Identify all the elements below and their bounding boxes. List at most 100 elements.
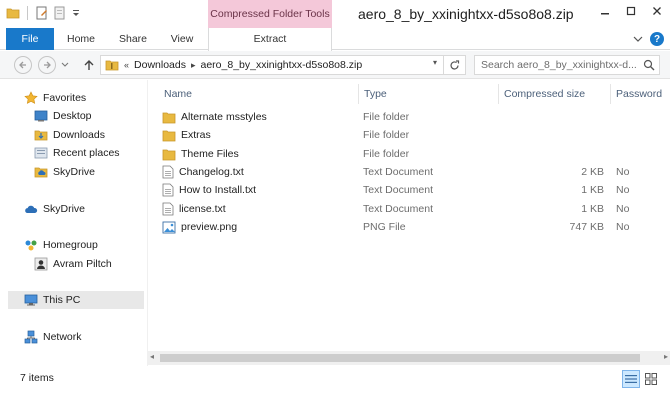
refresh-button[interactable] <box>444 55 466 75</box>
address-bar: « Downloads ▸ aero_8_by_xxinightxx-d5so8… <box>0 51 670 79</box>
table-row[interactable]: preview.png PNG File 747 KB No <box>148 218 670 236</box>
close-icon <box>653 7 661 15</box>
cloud-icon <box>25 205 38 213</box>
sidebar-item-skydrive[interactable]: SkyDrive <box>24 200 85 218</box>
cell-name: Changelog.txt <box>162 163 352 181</box>
properties-icon[interactable] <box>35 6 49 20</box>
file-type: File folder <box>363 111 410 123</box>
file-password <box>616 145 666 163</box>
table-row[interactable]: Alternate msstyles File folder <box>148 108 670 126</box>
expand-ribbon-button[interactable] <box>630 31 646 47</box>
minimize-icon <box>601 13 609 15</box>
arrow-left-icon <box>19 61 26 69</box>
tab-extract[interactable]: Extract <box>208 28 332 51</box>
breadcrumb-overflow[interactable]: « <box>124 60 129 70</box>
up-button[interactable] <box>80 56 98 74</box>
file-password: No <box>616 203 630 215</box>
context-tab-group-label: Compressed Folder Tools <box>208 0 332 30</box>
tab-file[interactable]: File <box>6 28 54 50</box>
cell-name: How to Install.txt <box>162 181 352 199</box>
column-divider[interactable] <box>498 84 499 104</box>
table-row[interactable]: How to Install.txt Text Document 1 KB No <box>148 181 670 199</box>
table-row[interactable]: Extras File folder <box>148 126 670 144</box>
table-row[interactable]: Changelog.txt Text Document 2 KB No <box>148 163 670 181</box>
tab-view[interactable]: View <box>160 28 204 50</box>
sidebar-item-network[interactable]: Network <box>24 328 82 346</box>
file-password <box>616 126 666 144</box>
minimize-button[interactable] <box>592 0 618 22</box>
file-name: Theme Files <box>181 148 239 160</box>
search-box[interactable] <box>474 55 660 75</box>
column-divider[interactable] <box>610 84 611 104</box>
table-row[interactable]: license.txt Text Document 1 KB No <box>148 200 670 218</box>
user-avatar-icon <box>34 257 48 271</box>
scrollbar-thumb[interactable] <box>160 354 640 362</box>
folder-icon <box>6 6 20 20</box>
navigation-pane: Favorites Desktop Downloads Recent place… <box>0 80 148 366</box>
sidebar-item-recent-places[interactable]: Recent places <box>34 144 120 162</box>
column-header-type[interactable]: Type <box>362 83 498 105</box>
breadcrumb[interactable]: « Downloads ▸ aero_8_by_xxinightxx-d5so8… <box>100 55 444 75</box>
folder-icon <box>162 149 176 160</box>
cell-name: preview.png <box>162 218 352 236</box>
column-divider[interactable] <box>358 84 359 104</box>
file-name: license.txt <box>179 203 226 215</box>
file-type: Text Document <box>363 203 434 215</box>
column-header-password[interactable]: Password <box>614 83 670 105</box>
sidebar-item-desktop[interactable]: Desktop <box>34 107 92 125</box>
back-button[interactable] <box>14 56 32 74</box>
sidebar-item-user[interactable]: Avram Piltch <box>34 255 112 273</box>
arrow-right-icon <box>44 61 51 69</box>
file-password: No <box>616 221 630 233</box>
ribbon-tabs: File Home Share View Extract ? <box>0 28 670 51</box>
sidebar-item-label: SkyDrive <box>53 166 96 178</box>
file-type: File folder <box>363 129 410 141</box>
chevron-right-icon[interactable]: ▸ <box>191 60 196 71</box>
text-file-icon <box>162 165 174 179</box>
qat-separator <box>27 6 28 20</box>
breadcrumb-downloads[interactable]: Downloads <box>134 59 186 71</box>
tab-share[interactable]: Share <box>110 28 156 50</box>
horizontal-scrollbar[interactable]: ◂ ▸ <box>148 351 670 365</box>
column-header-name[interactable]: Name <box>162 83 357 105</box>
tab-home[interactable]: Home <box>58 28 104 50</box>
file-size: 1 KB <box>581 203 604 215</box>
search-input[interactable] <box>481 59 641 71</box>
large-icons-view-button[interactable] <box>642 370 660 388</box>
refresh-icon <box>450 59 460 69</box>
sidebar-item-downloads[interactable]: Downloads <box>34 126 105 144</box>
sidebar-item-this-pc[interactable]: This PC <box>24 291 80 309</box>
file-size: 1 KB <box>581 184 604 196</box>
column-header-compressed-size[interactable]: Compressed size <box>502 83 610 105</box>
details-view-button[interactable] <box>622 370 640 388</box>
sidebar-item-label: This PC <box>43 294 81 306</box>
desktop-icon <box>34 110 48 122</box>
maximize-button[interactable] <box>618 0 644 22</box>
file-name: Extras <box>181 129 211 141</box>
folder-icon <box>162 130 176 141</box>
file-name: Changelog.txt <box>179 166 244 178</box>
scroll-left-icon[interactable]: ◂ <box>150 352 154 361</box>
sidebar-item-favorites[interactable]: Favorites <box>24 89 86 107</box>
search-icon[interactable] <box>643 59 655 71</box>
breadcrumb-current[interactable]: aero_8_by_xxinightxx-d5so8o8.zip <box>201 59 363 71</box>
new-folder-icon[interactable] <box>53 6 67 20</box>
file-type: File folder <box>363 148 410 160</box>
sidebar-item-label: Desktop <box>53 110 92 122</box>
sidebar-item-homegroup[interactable]: Homegroup <box>24 236 98 254</box>
forward-button[interactable] <box>38 56 56 74</box>
computer-icon <box>24 294 38 306</box>
chevron-down-icon[interactable]: ▾ <box>433 58 437 67</box>
skydrive-folder-icon <box>34 167 48 178</box>
arrow-up-icon <box>84 60 94 70</box>
file-password: No <box>616 184 630 196</box>
downloads-folder-icon <box>34 130 48 141</box>
sidebar-item-skydrive-favorite[interactable]: SkyDrive <box>34 163 95 181</box>
file-name: How to Install.txt <box>179 184 257 196</box>
close-button[interactable] <box>644 0 670 22</box>
customize-qat-icon[interactable] <box>71 6 85 20</box>
scroll-right-icon[interactable]: ▸ <box>664 352 668 361</box>
table-row[interactable]: Theme Files File folder <box>148 145 670 163</box>
help-button[interactable]: ? <box>650 32 664 46</box>
recent-locations-button[interactable] <box>60 56 70 74</box>
